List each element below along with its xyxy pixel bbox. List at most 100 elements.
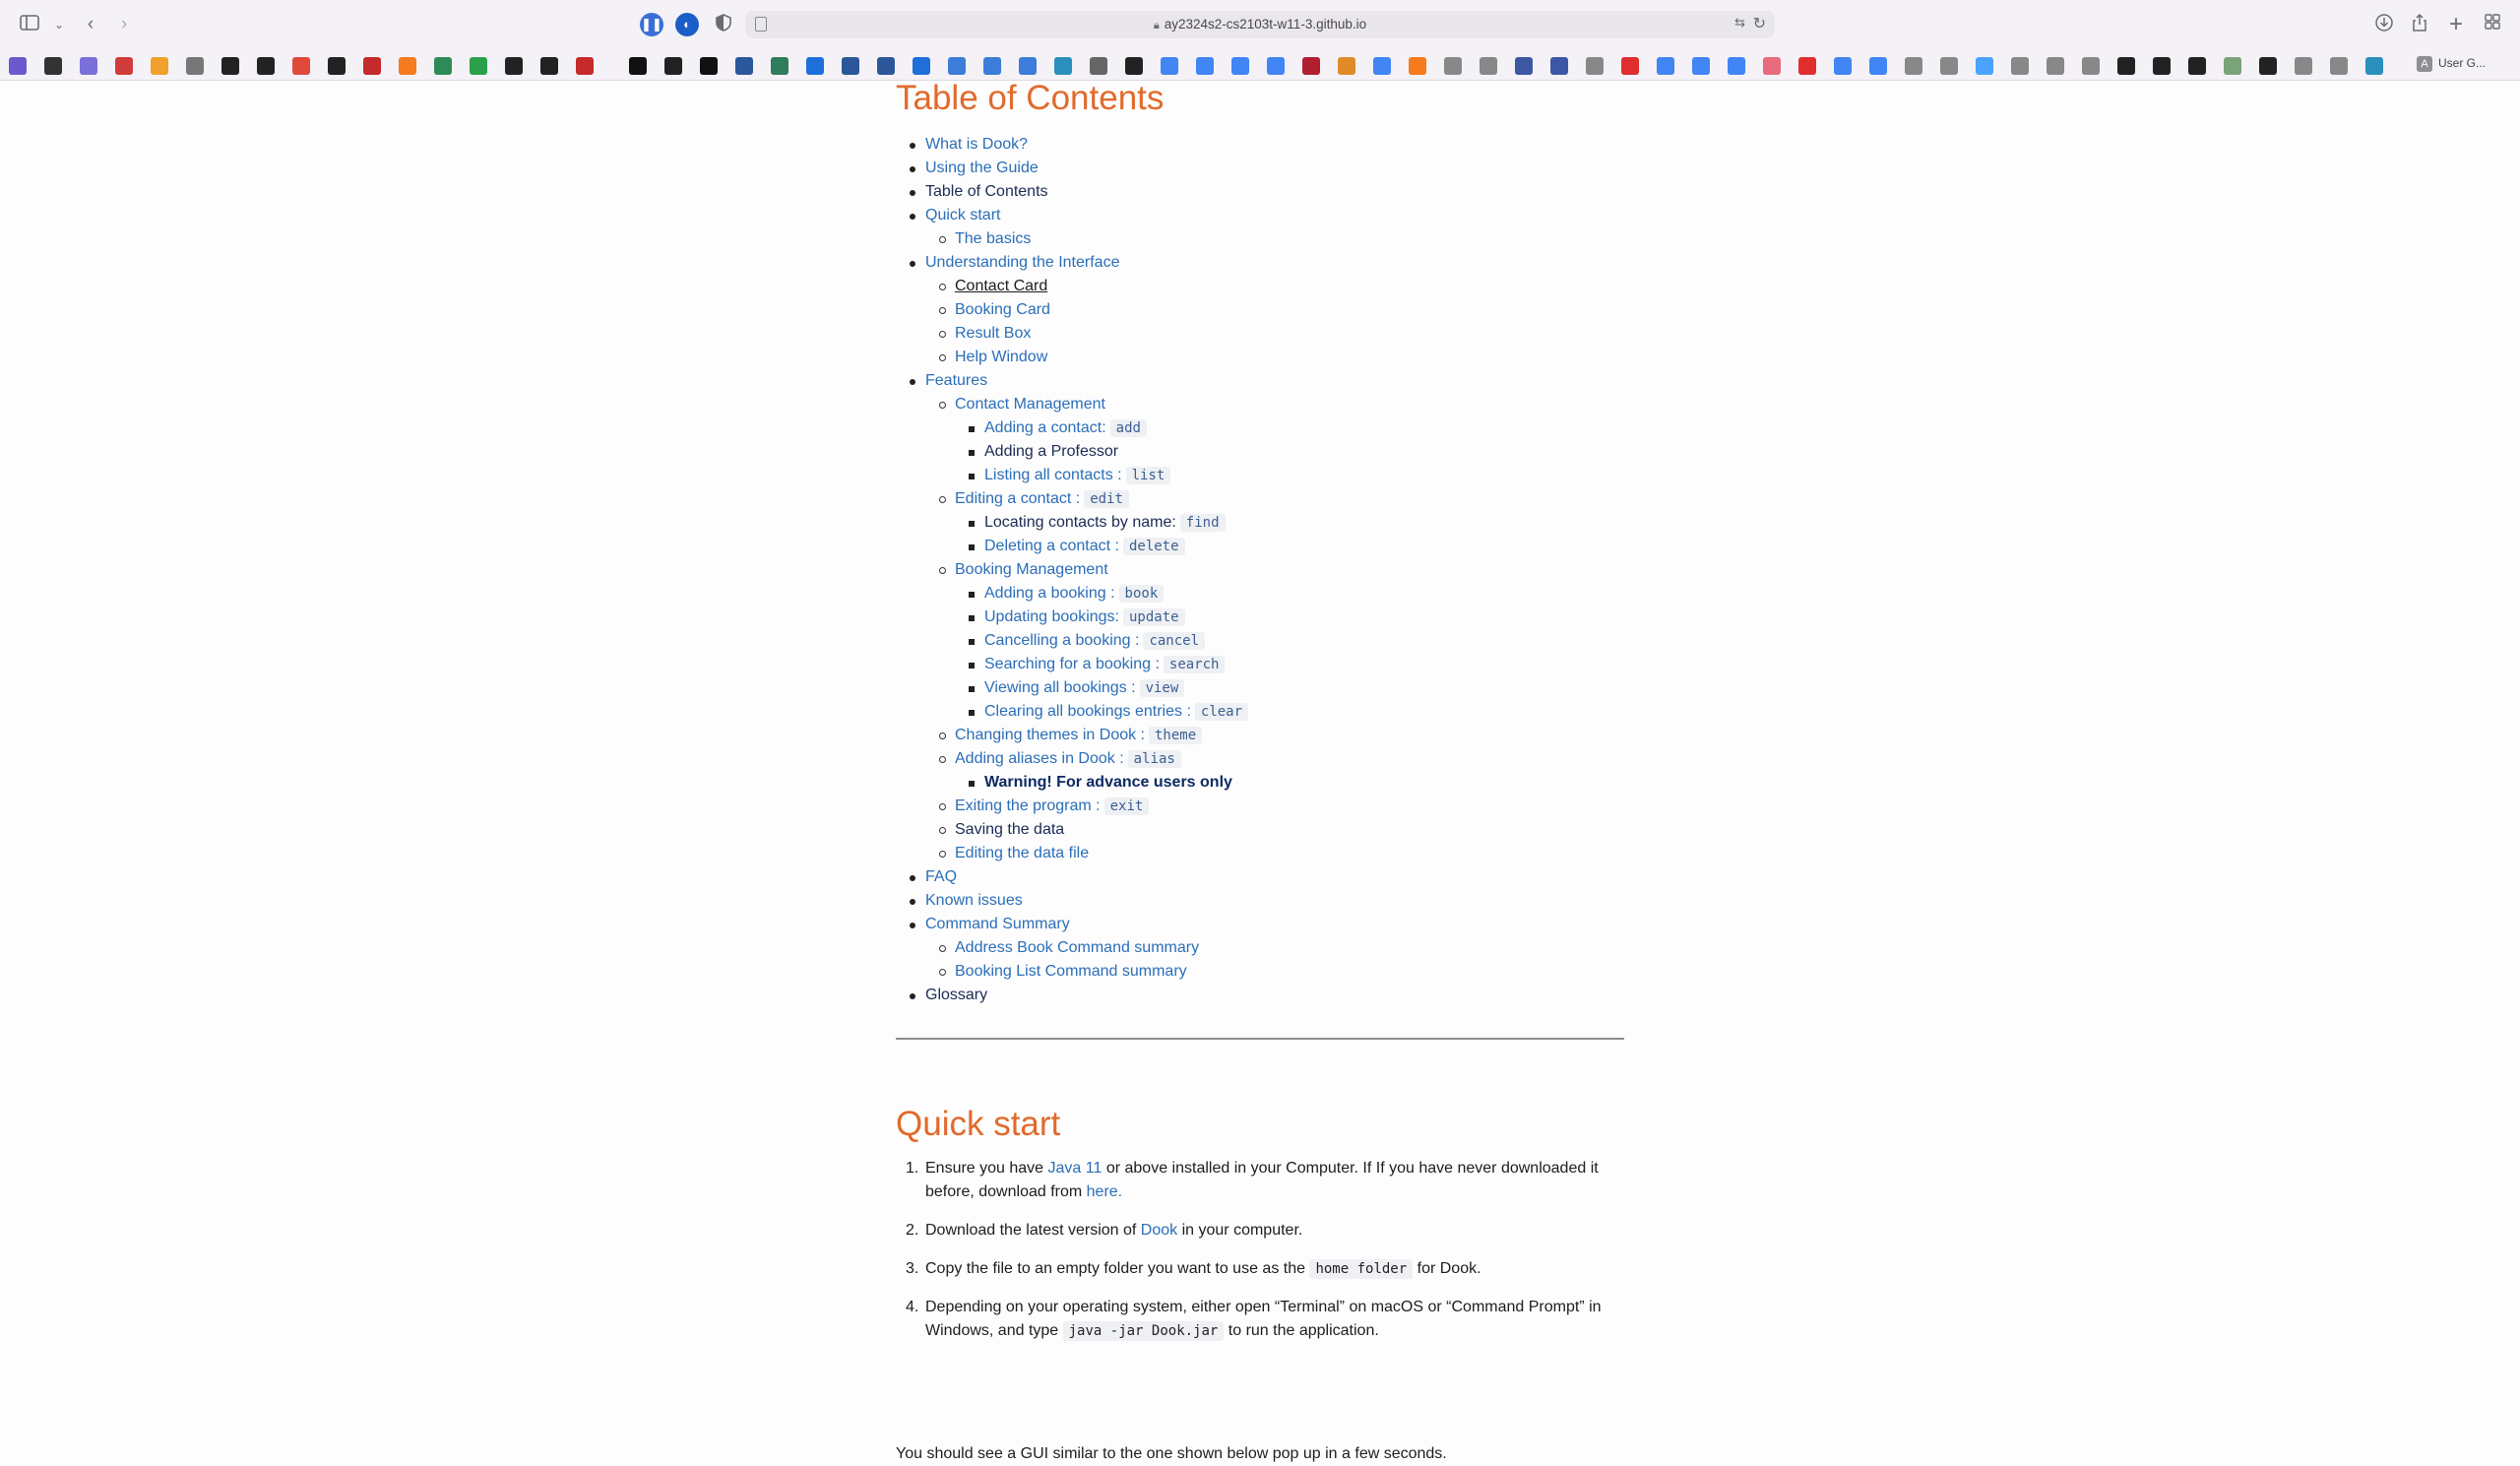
step-link[interactable]: Dook (1141, 1222, 1177, 1239)
toc-link[interactable]: What is Dook? (925, 136, 1028, 153)
toc-link[interactable]: FAQ (925, 868, 957, 885)
toc-link[interactable]: Command Summary (925, 916, 1070, 932)
bookmark-favicon-icon[interactable] (1515, 57, 1533, 75)
bookmark-favicon-icon[interactable] (2011, 57, 2029, 75)
bookmark-favicon-icon[interactable] (1976, 57, 1993, 75)
bookmark-favicon-icon[interactable] (434, 57, 452, 75)
bookmark-favicon-icon[interactable] (221, 57, 239, 75)
bookmark-favicon-icon[interactable] (1763, 57, 1781, 75)
toc-link[interactable]: Listing all contacts : (984, 467, 1122, 483)
bookmark-favicon-icon[interactable] (1196, 57, 1214, 75)
toc-link[interactable]: Known issues (925, 892, 1023, 909)
bookmark-favicon-icon[interactable] (1586, 57, 1604, 75)
bookmark-favicon-icon[interactable] (1302, 57, 1320, 75)
toc-link[interactable]: Locating contacts by name: (984, 514, 1176, 531)
bookmark-user-group[interactable]: A User G... (2417, 56, 2486, 72)
bookmark-favicon-icon[interactable] (1657, 57, 1674, 75)
bookmark-favicon-icon[interactable] (328, 57, 346, 75)
bookmark-favicon-icon[interactable] (1161, 57, 1178, 75)
bookmark-favicon-icon[interactable] (2365, 57, 2383, 75)
bookmark-favicon-icon[interactable] (505, 57, 523, 75)
bookmark-favicon-icon[interactable] (1834, 57, 1852, 75)
bookmark-favicon-icon[interactable] (1338, 57, 1355, 75)
toc-link[interactable]: Searching for a booking : (984, 656, 1160, 672)
bookmark-favicon-icon[interactable] (1373, 57, 1391, 75)
toc-link[interactable]: Features (925, 372, 987, 389)
toc-link[interactable]: Table of Contents (925, 183, 1048, 200)
bookmark-favicon-icon[interactable] (664, 57, 682, 75)
bookmark-favicon-icon[interactable] (44, 57, 62, 75)
toc-link[interactable]: Booking Management (955, 561, 1108, 578)
bookmark-favicon-icon[interactable] (115, 57, 133, 75)
bookmark-favicon-icon[interactable] (470, 57, 487, 75)
shield-icon[interactable] (712, 13, 735, 36)
bookmark-favicon-icon[interactable] (2295, 57, 2312, 75)
download-icon[interactable] (2372, 13, 2396, 36)
bookmark-favicon-icon[interactable] (1231, 57, 1249, 75)
back-icon[interactable]: ‹ (79, 13, 102, 36)
address-bar[interactable]: 🔒︎ ay2324s2-cs2103t-w11-3.github.io ⇆ ↻ (745, 11, 1775, 38)
bookmark-favicon-icon[interactable] (80, 57, 97, 75)
toc-link[interactable]: Saving the data (955, 821, 1064, 838)
toc-link[interactable]: Updating bookings: (984, 608, 1119, 625)
bookmark-favicon-icon[interactable] (1905, 57, 1922, 75)
toc-link[interactable]: Contact Card (955, 278, 1047, 294)
bookmark-favicon-icon[interactable] (2082, 57, 2100, 75)
toc-link[interactable]: Understanding the Interface (925, 254, 1119, 271)
toc-link[interactable]: Warning! For advance users only (984, 774, 1232, 791)
step-link[interactable]: here. (1087, 1183, 1122, 1200)
toc-link[interactable]: Editing the data file (955, 845, 1089, 861)
toc-link[interactable]: Viewing all bookings : (984, 679, 1136, 696)
bookmark-favicon-icon[interactable] (1054, 57, 1072, 75)
bookmark-favicon-icon[interactable] (913, 57, 930, 75)
bookmark-favicon-icon[interactable] (576, 57, 594, 75)
bookmark-favicon-icon[interactable] (2259, 57, 2277, 75)
bookmark-favicon-icon[interactable] (1409, 57, 1426, 75)
bookmark-favicon-icon[interactable] (877, 57, 895, 75)
toc-link[interactable]: Adding aliases in Dook : (955, 750, 1124, 767)
bookmark-favicon-icon[interactable] (806, 57, 824, 75)
bookmark-favicon-icon[interactable] (948, 57, 966, 75)
bookmark-favicon-icon[interactable] (1480, 57, 1497, 75)
toc-link[interactable]: The basics (955, 230, 1031, 247)
toc-link[interactable]: Quick start (925, 207, 1000, 223)
bookmark-favicon-icon[interactable] (2047, 57, 2064, 75)
forward-icon[interactable]: › (112, 13, 136, 36)
bookmark-favicon-icon[interactable] (1444, 57, 1462, 75)
toc-link[interactable]: Booking Card (955, 301, 1050, 318)
toc-link[interactable]: Clearing all bookings entries : (984, 703, 1191, 720)
bookmark-favicon-icon[interactable] (292, 57, 310, 75)
bookmark-favicon-icon[interactable] (540, 57, 558, 75)
bookmark-favicon-icon[interactable] (9, 57, 27, 75)
bookmark-favicon-icon[interactable] (257, 57, 275, 75)
bookmark-favicon-icon[interactable] (1798, 57, 1816, 75)
bookmark-favicon-icon[interactable] (1869, 57, 1887, 75)
tab-overview-icon[interactable] (2481, 13, 2504, 36)
toc-link[interactable]: Using the Guide (925, 159, 1039, 176)
bookmark-favicon-icon[interactable] (151, 57, 168, 75)
sidebar-toggle-icon[interactable] (18, 13, 41, 36)
bookmark-favicon-icon[interactable] (2330, 57, 2348, 75)
chevron-down-icon[interactable]: ⌄ (47, 13, 71, 36)
bookmark-favicon-icon[interactable] (1090, 57, 1107, 75)
bitwarden-extension-icon[interactable]: ◐ (675, 13, 699, 36)
translate-icon[interactable]: ⇆ (1734, 15, 1745, 31)
step-link[interactable]: Java 11 (1048, 1160, 1102, 1177)
toc-link[interactable]: Adding a contact: (984, 419, 1106, 436)
bookmark-favicon-icon[interactable] (1125, 57, 1143, 75)
toc-link[interactable]: Cancelling a booking : (984, 632, 1139, 649)
toc-link[interactable]: Address Book Command summary (955, 939, 1199, 956)
bookmark-favicon-icon[interactable] (1019, 57, 1037, 75)
bookmark-favicon-icon[interactable] (983, 57, 1001, 75)
bookmark-favicon-icon[interactable] (735, 57, 753, 75)
bookmark-favicon-icon[interactable] (771, 57, 788, 75)
toc-link[interactable]: Result Box (955, 325, 1031, 342)
bookmark-favicon-icon[interactable] (1692, 57, 1710, 75)
bookmark-favicon-icon[interactable] (629, 57, 647, 75)
pause-extension-icon[interactable]: ❚❚ (640, 13, 663, 36)
bookmark-favicon-icon[interactable] (842, 57, 859, 75)
bookmark-favicon-icon[interactable] (1728, 57, 1745, 75)
bookmark-favicon-icon[interactable] (2153, 57, 2171, 75)
bookmark-favicon-icon[interactable] (2224, 57, 2241, 75)
toc-link[interactable]: Glossary (925, 987, 987, 1003)
